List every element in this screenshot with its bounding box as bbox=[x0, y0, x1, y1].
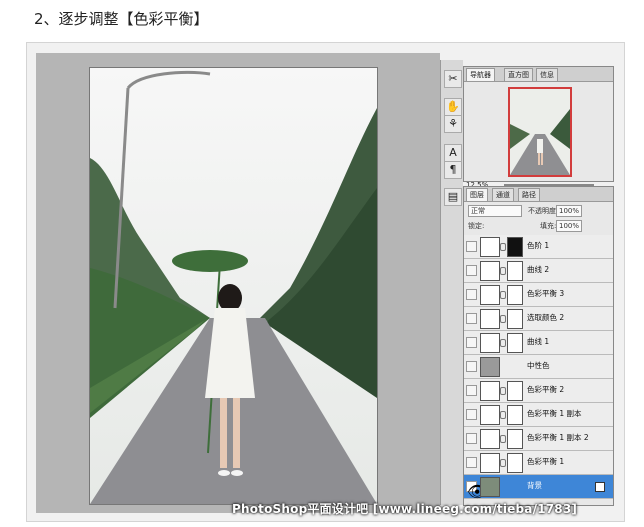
visibility-toggle[interactable] bbox=[466, 313, 477, 324]
layer-row[interactable]: 色彩平衡 1 副本 2 bbox=[464, 427, 613, 451]
adjustment-thumbnail bbox=[480, 309, 500, 329]
visibility-toggle[interactable] bbox=[466, 457, 477, 468]
layer-mask bbox=[507, 333, 523, 353]
visibility-toggle[interactable] bbox=[466, 289, 477, 300]
layer-mask bbox=[507, 381, 523, 401]
adjustment-thumbnail bbox=[480, 357, 500, 377]
lock-label: 锁定: bbox=[468, 222, 485, 230]
layer-name: 色彩平衡 1 副本 bbox=[527, 409, 582, 418]
visibility-toggle[interactable] bbox=[466, 265, 477, 276]
link-icon bbox=[500, 243, 506, 251]
layer-row[interactable]: 色彩平衡 2 bbox=[464, 379, 613, 403]
layer-row[interactable]: 色彩平衡 1 bbox=[464, 451, 613, 475]
photo-scene bbox=[90, 68, 377, 504]
character-tool-icon[interactable]: A bbox=[444, 144, 462, 162]
layer-mask bbox=[507, 309, 523, 329]
eye-icon[interactable]: 👁 bbox=[466, 481, 487, 501]
layer-row[interactable]: 曲线 2 bbox=[464, 259, 613, 283]
adjustment-thumbnail bbox=[480, 237, 500, 257]
layers-panel: 图层 通道 路径 正常 不透明度: 100% 锁定: 填充: 100% 色阶 1… bbox=[463, 186, 614, 506]
layer-mask bbox=[507, 261, 523, 281]
layer-name: 中性色 bbox=[527, 361, 550, 370]
adjustment-thumbnail bbox=[480, 405, 500, 425]
navigator-thumbnail[interactable] bbox=[508, 87, 572, 177]
link-icon bbox=[500, 387, 506, 395]
visibility-toggle[interactable] bbox=[466, 361, 477, 372]
layer-row[interactable]: 中性色 bbox=[464, 355, 613, 379]
link-icon bbox=[500, 435, 506, 443]
layers-tabrow: 图层 通道 路径 bbox=[464, 187, 613, 202]
visibility-toggle[interactable] bbox=[466, 241, 477, 252]
layers-list: 色阶 1 曲线 2 色彩平衡 3 选取颜色 2 曲线 1 中性色 色彩平衡 2 … bbox=[464, 235, 613, 505]
tab-info[interactable]: 信息 bbox=[536, 68, 558, 81]
opacity-field[interactable]: 100% bbox=[556, 205, 582, 217]
visibility-toggle[interactable] bbox=[466, 409, 477, 420]
layer-row[interactable]: 曲线 1 bbox=[464, 331, 613, 355]
navigator-preview bbox=[510, 89, 570, 175]
background-thumbnail bbox=[480, 477, 500, 497]
layer-row[interactable]: 色阶 1 bbox=[464, 235, 613, 259]
layer-name: 曲线 2 bbox=[527, 265, 550, 274]
layer-row[interactable]: 色彩平衡 1 副本 bbox=[464, 403, 613, 427]
link-icon bbox=[500, 459, 506, 467]
adjustment-thumbnail bbox=[480, 261, 500, 281]
link-icon bbox=[500, 315, 506, 323]
layer-mask bbox=[507, 285, 523, 305]
layer-mask bbox=[507, 429, 523, 449]
layer-mask bbox=[507, 453, 523, 473]
tab-channels[interactable]: 通道 bbox=[492, 188, 514, 201]
tab-layers[interactable]: 图层 bbox=[466, 188, 488, 201]
navigator-tabrow: 导航器 直方图 信息 bbox=[464, 67, 613, 82]
navigator-panel: 导航器 直方图 信息 12.5% bbox=[463, 66, 614, 189]
fill-field[interactable]: 100% bbox=[556, 220, 582, 232]
tools-strip: ✂ ✋ ⚘ A ¶ ▤ bbox=[440, 60, 463, 505]
layer-row[interactable]: 色彩平衡 3 bbox=[464, 283, 613, 307]
blend-mode-select[interactable]: 正常 bbox=[468, 205, 522, 217]
layer-row[interactable]: 👁 背景 bbox=[464, 475, 613, 501]
tab-navigator[interactable]: 导航器 bbox=[466, 68, 495, 81]
layer-name: 色彩平衡 2 bbox=[527, 385, 565, 394]
link-icon bbox=[500, 267, 506, 275]
layer-row[interactable]: 选取颜色 2 bbox=[464, 307, 613, 331]
link-icon bbox=[500, 291, 506, 299]
paragraph-tool-icon[interactable]: ¶ bbox=[444, 161, 462, 179]
adjustment-thumbnail bbox=[480, 285, 500, 305]
canvas-photo[interactable] bbox=[89, 67, 378, 505]
adjustment-thumbnail bbox=[480, 333, 500, 353]
page-heading: 2、逐步调整【色彩平衡】 bbox=[34, 10, 209, 28]
tab-paths[interactable]: 路径 bbox=[518, 188, 540, 201]
layer-mask bbox=[507, 237, 523, 257]
clone-tool-icon[interactable]: ⚘ bbox=[444, 115, 462, 133]
tab-histogram[interactable]: 直方图 bbox=[504, 68, 533, 81]
layer-name: 选取颜色 2 bbox=[527, 313, 565, 322]
visibility-toggle[interactable] bbox=[466, 337, 477, 348]
hand-tool-icon[interactable]: ✋ bbox=[444, 98, 462, 116]
opacity-label: 不透明度: bbox=[528, 207, 559, 215]
adjustment-thumbnail bbox=[480, 429, 500, 449]
lock-icon bbox=[595, 482, 605, 492]
layer-name: 色彩平衡 1 bbox=[527, 457, 565, 466]
layer-name: 色彩平衡 1 副本 2 bbox=[527, 433, 589, 442]
layer-mask bbox=[507, 405, 523, 425]
visibility-toggle[interactable] bbox=[466, 433, 477, 444]
adjustment-thumbnail bbox=[480, 453, 500, 473]
panel-tool-icon[interactable]: ▤ bbox=[444, 188, 462, 206]
watermark: PhotoShop平面设计吧 [www.lineeg.com/tieba/178… bbox=[232, 502, 578, 516]
layer-name: 曲线 1 bbox=[527, 337, 550, 346]
link-icon bbox=[500, 411, 506, 419]
fill-label: 填充: bbox=[540, 222, 557, 230]
layer-name: 背景 bbox=[527, 481, 542, 490]
layer-name: 色阶 1 bbox=[527, 241, 550, 250]
layer-name: 色彩平衡 3 bbox=[527, 289, 565, 298]
link-icon bbox=[500, 339, 506, 347]
move-tool-icon[interactable]: ✂ bbox=[444, 70, 462, 88]
adjustment-thumbnail bbox=[480, 381, 500, 401]
visibility-toggle[interactable] bbox=[466, 385, 477, 396]
